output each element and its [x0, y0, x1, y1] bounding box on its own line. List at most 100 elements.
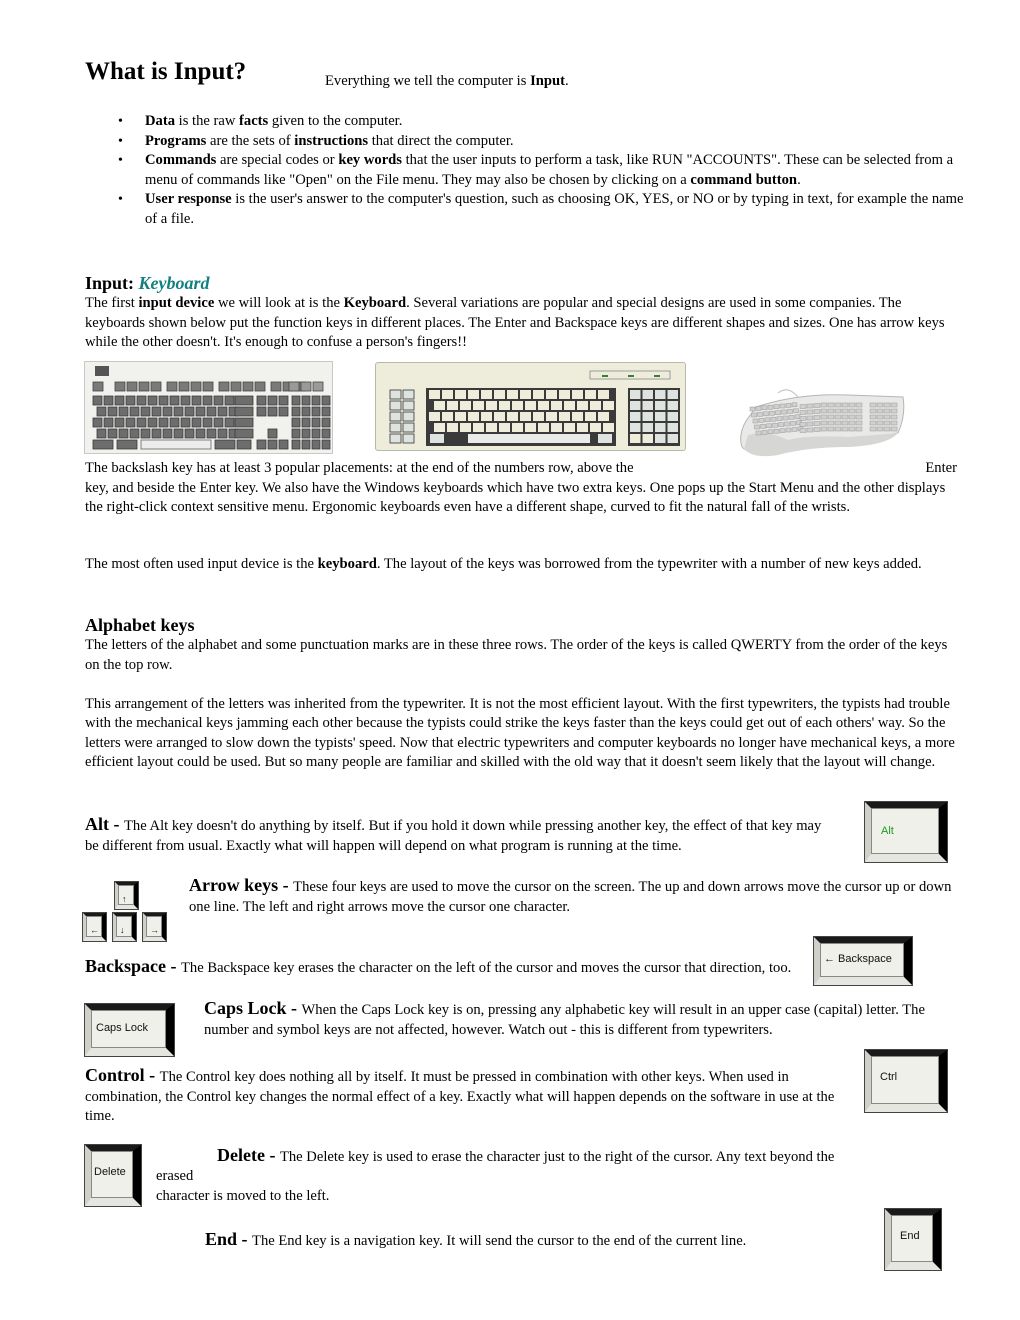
- ergo-key-shape: [876, 414, 884, 420]
- key-shape: [486, 401, 497, 410]
- ergo-key-shape: [848, 426, 856, 432]
- definitions-list: Data is the raw facts given to the compu…: [85, 112, 965, 229]
- key-shape: [585, 412, 596, 421]
- text-run: The most often used input device is the: [85, 556, 318, 572]
- key-shape: [103, 395, 114, 406]
- key-shape: [213, 395, 224, 406]
- subtitle-suffix: .: [564, 73, 569, 89]
- key-shape: [278, 395, 289, 406]
- led-indicator: [654, 375, 660, 377]
- text-run: .: [797, 171, 801, 188]
- ergo-key-shape: [869, 408, 877, 414]
- bold-term: facts: [239, 113, 269, 129]
- key-shape: [184, 428, 195, 439]
- ergo-key-shape: [876, 408, 884, 414]
- bold-term: key words: [338, 152, 402, 168]
- keyboard-heading: Input: Keyboard: [85, 272, 965, 294]
- key-shape: [667, 412, 678, 421]
- text-run: . The layout of the keys was borrowed fr…: [376, 556, 922, 572]
- ergo-key-shape: [761, 405, 768, 411]
- key-shape: [460, 423, 471, 432]
- key-shape: [512, 401, 523, 410]
- capslock-heading: Caps Lock: [204, 998, 287, 1018]
- text-run: is the raw: [175, 113, 240, 129]
- key-shape: [442, 390, 453, 399]
- ergo-key-shape: [855, 426, 863, 432]
- key-shape: [158, 417, 169, 428]
- ergo-key-shape: [779, 428, 786, 433]
- ergo-key-shape: [755, 406, 762, 411]
- ergo-key-shape: [820, 408, 828, 414]
- delete-text: The Delete key is used to erase the char…: [279, 1149, 835, 1165]
- key-shape: [96, 406, 107, 417]
- key-shape: [107, 406, 118, 417]
- heading-prefix: Input:: [85, 273, 139, 293]
- capslock-description: Caps Lock - When the Caps Lock key is on…: [204, 998, 964, 1040]
- key-shape: [147, 395, 158, 406]
- key-shape: [533, 390, 544, 399]
- key-shape: [118, 406, 129, 417]
- key-shape: [202, 381, 214, 392]
- ergo-key-shape: [841, 420, 849, 426]
- key-shape: [242, 381, 254, 392]
- capslock-key-image: Caps Lock: [85, 1004, 174, 1056]
- ergo-key-shape: [749, 406, 756, 412]
- key-shape: [551, 423, 562, 432]
- key-shape: [158, 395, 169, 406]
- key-shape: [494, 390, 505, 399]
- bold-term: keyboard: [317, 556, 377, 572]
- ergo-key-shape: [841, 402, 849, 408]
- key-shape: [642, 412, 653, 421]
- key-shape: [468, 412, 479, 421]
- ergo-key-shape: [799, 422, 807, 427]
- key-shape: [538, 401, 549, 410]
- ergo-key-shape: [791, 402, 798, 408]
- ergo-key-shape: [820, 426, 828, 432]
- left-arrow-key-image: ←: [83, 913, 106, 941]
- key-shape: [598, 412, 609, 421]
- key-shape: [114, 381, 126, 392]
- ergo-key-shape: [785, 427, 792, 433]
- key-shape: [559, 390, 570, 399]
- text-run: is the user's answer to the computer's q…: [145, 191, 964, 227]
- key-shape: [590, 401, 601, 410]
- key-shape: [512, 423, 523, 432]
- key-shape: [136, 417, 147, 428]
- key-shape: [114, 395, 125, 406]
- key-shape: [590, 423, 601, 432]
- key-shape: [434, 401, 445, 410]
- text-run: that direct the computer.: [368, 132, 514, 149]
- keyboard-section: Input: Keyboard The first input device w…: [85, 272, 965, 353]
- ergo-key-shape: [766, 423, 772, 429]
- control-description: Control - The Control key does nothing a…: [85, 1065, 855, 1127]
- arrow-text: These four keys are used to move the cur…: [189, 879, 952, 915]
- alt-key-label: Alt: [881, 825, 894, 837]
- ergo-key-shape: [775, 410, 781, 415]
- key-shape: [236, 439, 252, 450]
- backspace-description: Backspace - The Backspace key erases the…: [85, 956, 805, 979]
- ergo-key-shape: [883, 420, 891, 426]
- key-shape: [507, 390, 518, 399]
- ergo-key-shape: [883, 402, 891, 408]
- key-shape: [486, 423, 497, 432]
- key-shape: [256, 439, 267, 450]
- key-shape: [447, 423, 458, 432]
- ergo-key-shape: [876, 420, 884, 426]
- backslash-line1-text: The backslash key has at least 3 popular…: [85, 460, 634, 476]
- key-shape: [321, 439, 331, 450]
- key-shape: [667, 401, 678, 410]
- delete-heading: Delete: [217, 1145, 265, 1165]
- ergo-key-shape: [806, 421, 814, 427]
- ergo-key-shape: [764, 417, 771, 423]
- arrow-description: Arrow keys - These four keys are used to…: [189, 875, 964, 917]
- keyboard-intro: The first input device we will look at i…: [85, 294, 965, 353]
- key-shape: [256, 406, 267, 417]
- key-shape: [473, 423, 484, 432]
- key-shape: [190, 381, 202, 392]
- right-arrow-key-image: →: [143, 913, 166, 941]
- ergo-key-shape: [869, 402, 877, 408]
- ergo-key-shape: [806, 427, 814, 433]
- key-shape: [267, 439, 278, 450]
- ergonomic-keyboard-image: [738, 385, 908, 460]
- ergo-key-shape: [752, 418, 759, 424]
